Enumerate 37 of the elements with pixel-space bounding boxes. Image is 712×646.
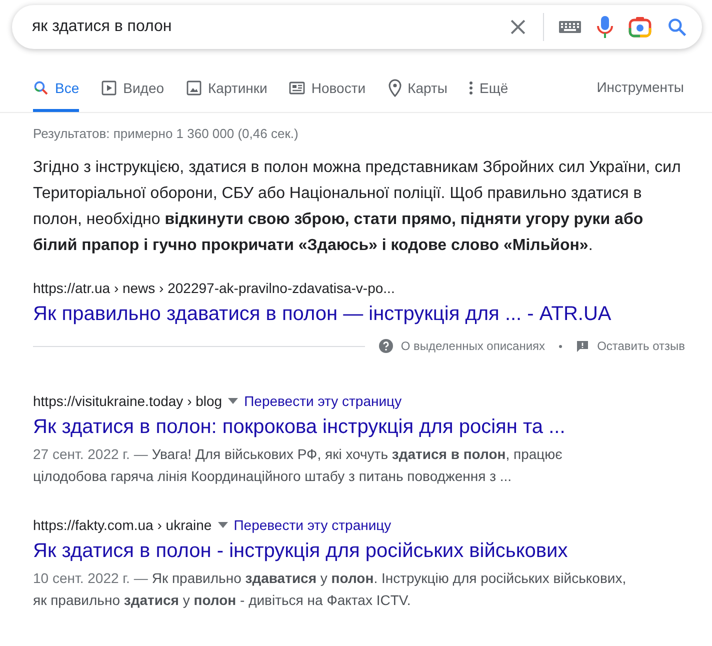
tab[interactable]: Все — [33, 71, 80, 112]
help-icon — [378, 339, 393, 353]
microphone-icon[interactable] — [596, 15, 614, 39]
about-snippets-link[interactable]: О выделенных описаниях — [400, 339, 546, 353]
result-title-link[interactable]: Як правильно здаватися в полон — інструкція для ... - ATR.UA — [33, 301, 685, 327]
result-title-link[interactable]: Як здатися в полон - інструкція для російських військових — [33, 538, 685, 564]
result-snippet: 10 сент. 2022 г. — Як правильно здаватися у полон. Інструкцію для російських військових, як правильно здатися у полон - дивіться на Фактах ICTV. — [33, 569, 628, 610]
image-icon — [186, 80, 202, 96]
feedback-icon — [576, 340, 590, 352]
camera-icon[interactable] — [628, 16, 652, 38]
tab[interactable]: Картинки — [186, 71, 268, 112]
tools-link[interactable]: Инструменты — [596, 71, 684, 112]
tab[interactable]: Ещё — [469, 71, 508, 112]
result-title-link[interactable]: Як здатися в полон: покрокова інструкція для росіян та ... — [33, 414, 685, 440]
search-input[interactable]: як здатися в полон — [32, 18, 493, 36]
dropdown-icon[interactable] — [228, 398, 238, 404]
translate-link[interactable]: Перевести эту страницу — [244, 393, 402, 409]
map-pin-icon — [388, 79, 402, 97]
keyboard-icon[interactable] — [558, 19, 582, 35]
result-url: https://visitukraine.today › blog — [33, 393, 222, 409]
more-icon — [469, 81, 474, 95]
feedback-link[interactable]: Оставить отзыв — [597, 339, 685, 353]
result-stats: Результатов: примерно 1 360 000 (0,46 сек.) — [33, 126, 300, 141]
play-icon — [101, 80, 118, 96]
dropdown-icon[interactable] — [218, 522, 228, 528]
translate-link[interactable]: Перевести эту страницу — [234, 517, 392, 533]
search-icon — [33, 80, 49, 96]
tab[interactable]: Карты — [388, 71, 448, 112]
tab[interactable]: Новости — [289, 71, 366, 112]
newspaper-icon — [289, 81, 306, 95]
search-icon[interactable] — [666, 16, 688, 38]
result-url: https://atr.ua › news › 202297-ak-pravilno-zdavatisa-v-po... — [33, 280, 396, 296]
result-snippet: 27 сент. 2022 г. — Увага! Для військових РФ, які хочуть здатися в полон, працює цілодобова гаряча лінія Координаційного штабу з питань поводження з ... — [33, 445, 564, 486]
search-field[interactable]: як здатися в полон — [12, 5, 702, 49]
result-url: https://fakty.com.ua › ukraine — [33, 517, 212, 533]
featured-snippet: Згідно з інструкцією, здатися в полон можна представникам Збройних сил України, сил Територіальної оборони, СБУ або Національної поліції. Щоб правильно здатися в полон, необхідно відкинути свою зброю, стати прямо, підняти угору руки або білий прапор і гучно прокричати «Здаюсь» і кодове слово «Мільйон». — [33, 158, 682, 256]
tab[interactable]: Видео — [101, 71, 164, 112]
